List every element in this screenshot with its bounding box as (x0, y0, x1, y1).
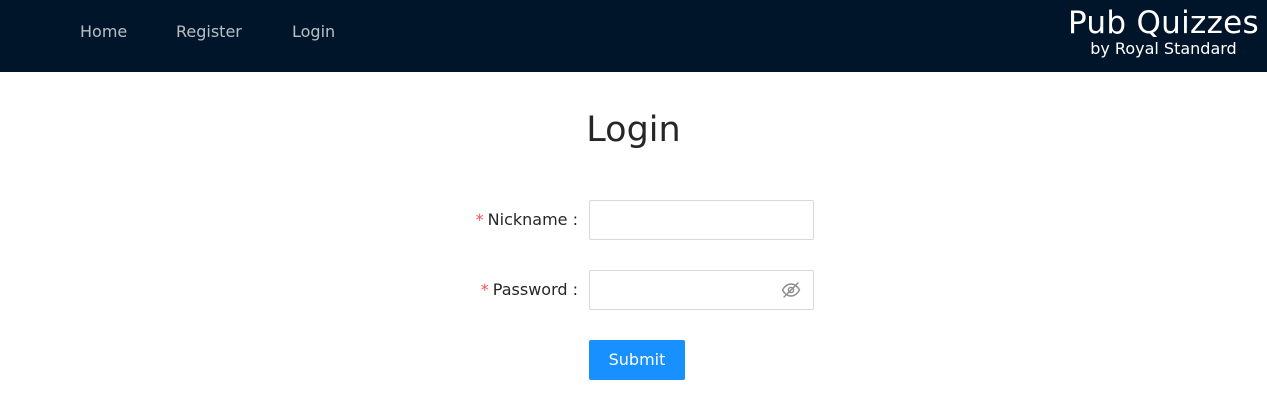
top-navbar: Home Register Login Pub Quizzes by Royal… (0, 0, 1267, 72)
brand-subtitle: by Royal Standard (1090, 39, 1237, 58)
required-marker: * (475, 210, 484, 229)
password-input[interactable] (598, 271, 782, 311)
nav-home-link[interactable]: Home (80, 22, 127, 42)
eye-invisible-icon[interactable] (781, 281, 801, 299)
brand-title: Pub Quizzes (1067, 5, 1259, 41)
nickname-label: * Nickname : (476, 210, 578, 230)
password-input-box[interactable] (589, 270, 814, 311)
nickname-input[interactable] (598, 201, 782, 241)
nav-login-link[interactable]: Login (292, 22, 335, 42)
nav-register-link[interactable]: Register (176, 22, 242, 42)
submit-button[interactable]: Submit (589, 340, 685, 380)
page-title: Login (586, 110, 681, 150)
nickname-input-box[interactable] (589, 200, 814, 241)
password-label-text: Password : (492, 280, 578, 299)
brand-logo: Pub Quizzes by Royal Standard (1068, 4, 1259, 58)
password-label: * Password : (481, 280, 578, 300)
nickname-label-text: Nickname : (487, 210, 578, 229)
required-marker: * (480, 280, 489, 299)
